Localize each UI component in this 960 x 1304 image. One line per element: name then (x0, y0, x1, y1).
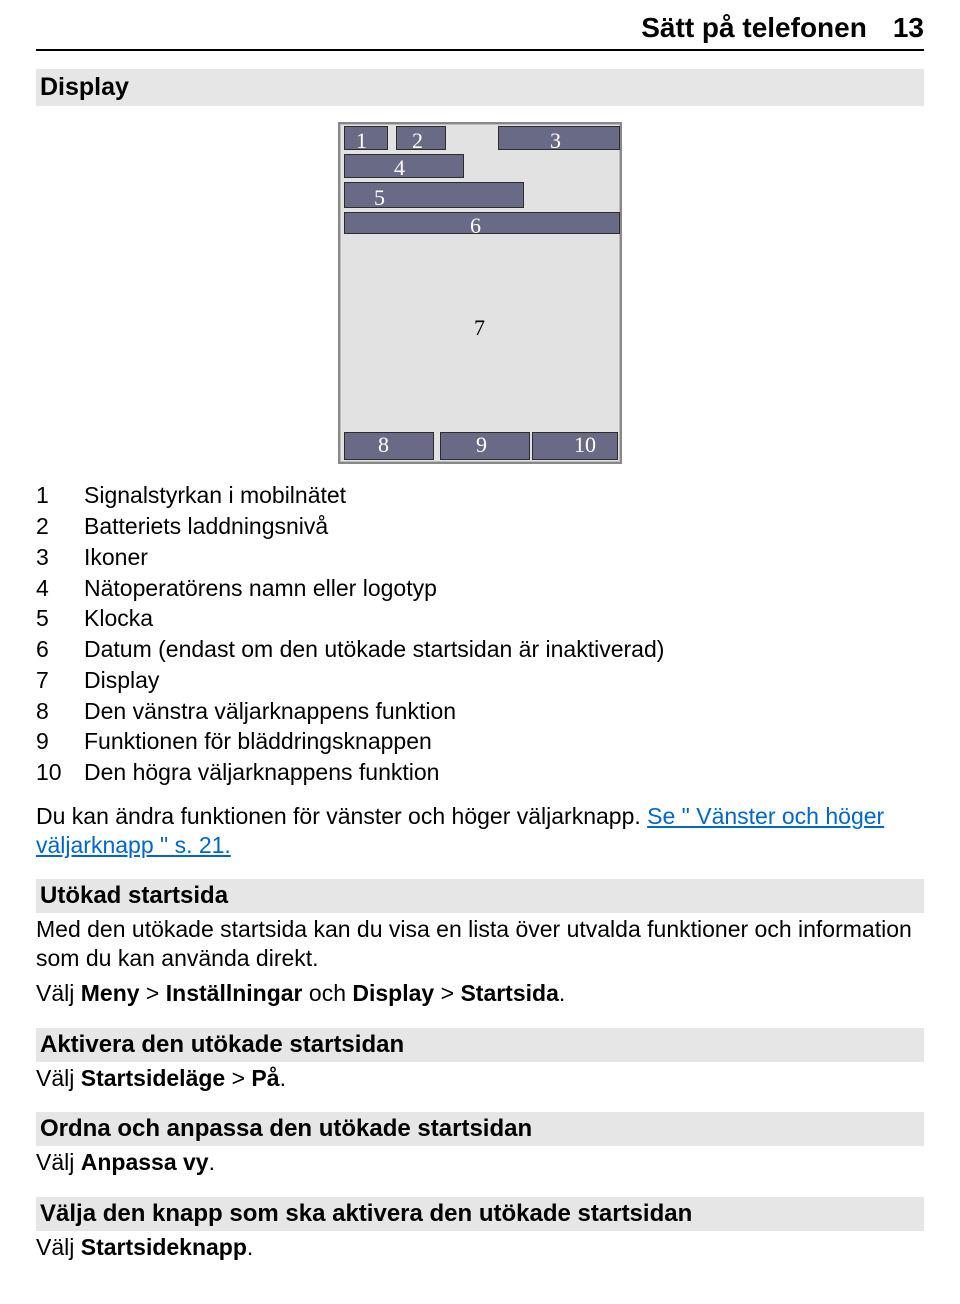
diagram-label-2: 2 (412, 127, 423, 155)
legend-text: Den högra väljarknappens funktion (84, 758, 924, 787)
nav-sep: > (225, 1065, 251, 1091)
section-title-display: Display (36, 69, 924, 106)
legend-item: 9 Funktionen för bläddringsknappen (36, 726, 924, 757)
legend-text: Klocka (84, 604, 924, 633)
legend-text: Datum (endast om den utökade startsidan … (84, 635, 924, 664)
legend-num: 9 (36, 727, 66, 756)
legend-num: 4 (36, 574, 66, 603)
nav-end: . (247, 1234, 253, 1260)
legend-item: 8 Den vänstra väljarknappens funktion (36, 696, 924, 727)
legend-num: 10 (36, 758, 66, 787)
navigation-step: Välj Meny > Inställningar och Display > … (36, 979, 924, 1008)
legend-num: 3 (36, 543, 66, 572)
legend-item: 6 Datum (endast om den utökade startsidan… (36, 634, 924, 665)
diagram-label-9: 9 (476, 431, 487, 459)
navigation-step-choose-key: Välj Startsideknapp. (36, 1233, 924, 1262)
nav-item-startsidelage: Startsideläge (81, 1065, 225, 1091)
diagram-region-5 (344, 182, 524, 208)
legend-item: 3 Ikoner (36, 542, 924, 573)
section-title-extended-home: Utökad startsida (36, 879, 924, 913)
legend-num: 5 (36, 604, 66, 633)
legend-num: 8 (36, 697, 66, 726)
diagram-region-8 (344, 432, 434, 460)
legend-num: 2 (36, 512, 66, 541)
paragraph-selector-keys: Du kan ändra funktionen för vänster och … (36, 802, 924, 860)
nav-text: Välj (36, 1234, 81, 1260)
legend-item: 5 Klocka (36, 603, 924, 634)
legend-text: Ikoner (84, 543, 924, 572)
nav-sep: > (140, 980, 166, 1006)
diagram-label-10: 10 (574, 431, 596, 459)
header-title: Sätt på telefonen (641, 10, 867, 45)
diagram-label-4: 4 (394, 154, 405, 182)
paragraph-text: Du kan ändra funktionen för vänster och … (36, 803, 647, 829)
legend-item: 7 Display (36, 665, 924, 696)
nav-item-pa: På (251, 1065, 279, 1091)
legend-list: 1 Signalstyrkan i mobilnätet 2 Batteriets … (36, 480, 924, 788)
nav-item-installningar: Inställningar (166, 980, 303, 1006)
nav-end: . (209, 1149, 215, 1175)
nav-sep: och (303, 980, 353, 1006)
legend-text: Signalstyrkan i mobilnätet (84, 481, 924, 510)
legend-text: Display (84, 666, 924, 695)
nav-item-meny: Meny (81, 980, 140, 1006)
legend-num: 6 (36, 635, 66, 664)
section-title-activate: Aktivera den utökade startsidan (36, 1028, 924, 1062)
nav-item-startsida: Startsida (460, 980, 558, 1006)
legend-item: 4 Nätoperatörens namn eller logotyp (36, 573, 924, 604)
legend-item: 10 Den högra väljarknappens funktion (36, 757, 924, 788)
diagram-label-5: 5 (374, 184, 385, 212)
nav-end: . (559, 980, 565, 1006)
diagram-label-1: 1 (356, 127, 367, 155)
diagram-label-8: 8 (378, 431, 389, 459)
section-title-customize: Ordna och anpassa den utökade startsidan (36, 1112, 924, 1146)
diagram-label-3: 3 (550, 127, 561, 155)
legend-num: 1 (36, 481, 66, 510)
nav-text: Välj (36, 980, 81, 1006)
nav-text: Välj (36, 1149, 81, 1175)
legend-text: Nätoperatörens namn eller logotyp (84, 574, 924, 603)
nav-item-anpassa-vy: Anpassa vy (81, 1149, 209, 1175)
diagram-label-7: 7 (474, 314, 485, 342)
nav-sep: > (434, 980, 460, 1006)
legend-text: Batteriets laddningsnivå (84, 512, 924, 541)
nav-item-startsideknapp: Startsideknapp (81, 1234, 247, 1260)
header-page-number: 13 (893, 10, 924, 45)
nav-text: Välj (36, 1065, 81, 1091)
display-diagram: 1 2 3 4 5 6 7 8 9 10 (36, 122, 924, 464)
nav-end: . (280, 1065, 286, 1091)
phone-screen-illustration: 1 2 3 4 5 6 7 8 9 10 (338, 122, 622, 464)
legend-text: Den vänstra väljarknappens funktion (84, 697, 924, 726)
legend-item: 2 Batteriets laddningsnivå (36, 511, 924, 542)
legend-text: Funktionen för bläddringsknappen (84, 727, 924, 756)
legend-num: 7 (36, 666, 66, 695)
nav-item-display: Display (352, 980, 434, 1006)
navigation-step-customize: Välj Anpassa vy. (36, 1148, 924, 1177)
paragraph-extended-home: Med den utökade startsida kan du visa en… (36, 915, 924, 973)
navigation-step-activate: Välj Startsideläge > På. (36, 1064, 924, 1093)
page-header: Sätt på telefonen 13 (36, 0, 924, 51)
section-title-choose-key: Välja den knapp som ska aktivera den utö… (36, 1197, 924, 1231)
diagram-region-6 (344, 212, 620, 234)
legend-item: 1 Signalstyrkan i mobilnätet (36, 480, 924, 511)
diagram-label-6: 6 (470, 212, 481, 240)
